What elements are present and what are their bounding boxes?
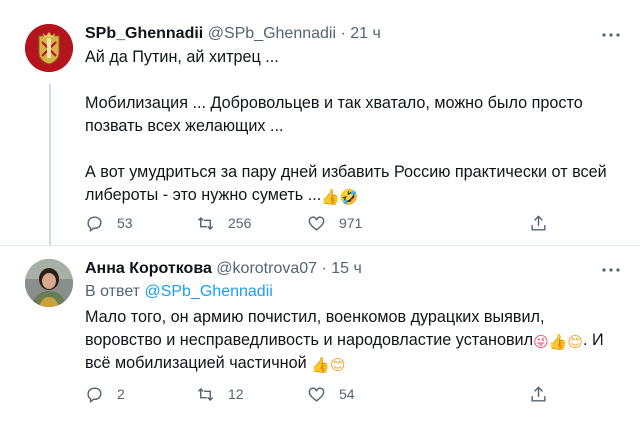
- tweet-line-text: . И: [583, 331, 604, 349]
- thumbs-up-emoji: 👍: [548, 333, 568, 351]
- reply-count: 2: [117, 386, 125, 402]
- tweet[interactable]: Анна Короткова @korotrova07 · 15 ч В отв…: [0, 246, 640, 424]
- retweet-count: 12: [228, 386, 244, 402]
- separator-dot: ·: [340, 25, 346, 42]
- avatar[interactable]: [25, 259, 73, 307]
- timestamp[interactable]: 15 ч: [331, 260, 362, 277]
- timestamp[interactable]: 21 ч: [350, 25, 381, 42]
- thumbs-up-emoji: 👍: [311, 356, 330, 374]
- retweet-icon: [197, 216, 214, 230]
- winking-tongue-emoji: 😜: [533, 333, 549, 351]
- retweet-button[interactable]: 12: [196, 382, 244, 406]
- share-button[interactable]: [529, 382, 548, 406]
- retweet-button[interactable]: 256: [196, 211, 251, 235]
- like-count: 971: [339, 215, 363, 231]
- rofl-emoji: 🤣: [339, 188, 359, 206]
- tweet-actions: 2 12 54: [85, 382, 548, 406]
- share-icon: [531, 214, 546, 231]
- thread-line: [49, 84, 51, 246]
- user-handle[interactable]: @korotrova07: [216, 260, 317, 277]
- reply-button[interactable]: 53: [85, 211, 133, 235]
- like-count: 54: [339, 386, 355, 402]
- share-icon: [531, 385, 546, 402]
- reply-icon: [87, 386, 102, 403]
- tweet-line: всё мобилизацией частичной 👍😊: [85, 352, 625, 375]
- tweet-line: Ай да Путин, ай хитрец ...: [85, 48, 279, 66]
- heart-icon: [308, 386, 325, 402]
- reply-context: В ответ @SPb_Ghennadii: [85, 282, 273, 302]
- tweet-line-text: либероты - это нужно суметь ...: [85, 186, 322, 204]
- reply-icon: [87, 215, 102, 232]
- more-options-icon[interactable]: [599, 258, 623, 282]
- smile-emoji: 😊: [329, 356, 346, 374]
- reply-count: 53: [117, 215, 133, 231]
- retweet-icon: [197, 387, 214, 401]
- smile-emoji: 😊: [567, 333, 584, 351]
- tweet-line: позвать всех желающих ...: [85, 117, 284, 135]
- tweet-line: воровство и несправедливость и народовла…: [85, 329, 625, 352]
- reply-handle-link[interactable]: @SPb_Ghennadii: [144, 283, 272, 300]
- tweet-line-text: всё мобилизацией частичной: [85, 354, 307, 372]
- tweet-header: Анна Короткова @korotrova07 · 15 ч: [85, 259, 362, 279]
- separator-dot: ·: [321, 260, 327, 277]
- share-button[interactable]: [529, 211, 548, 235]
- tweet-actions: 53 256 971: [85, 211, 548, 235]
- like-button[interactable]: 54: [307, 382, 355, 406]
- reply-prefix: В ответ: [85, 283, 141, 300]
- reply-button[interactable]: 2: [85, 382, 125, 406]
- tweet[interactable]: SPb_Ghennadii @SPb_Ghennadii · 21 ч Ай д…: [0, 0, 640, 246]
- retweet-count: 256: [228, 215, 252, 231]
- tweet-header: SPb_Ghennadii @SPb_Ghennadii · 21 ч: [85, 24, 381, 44]
- display-name[interactable]: SPb_Ghennadii: [85, 25, 203, 42]
- profile-photo-icon: [25, 259, 73, 307]
- tweet-text: Мало того, он армию почистил, военкомов …: [85, 306, 625, 375]
- heart-icon: [308, 215, 325, 231]
- tweet-text: Ай да Путин, ай хитрец ... Мобилизация .…: [85, 46, 625, 207]
- user-handle[interactable]: @SPb_Ghennadii: [208, 25, 336, 42]
- tweet-line: Мобилизация ... Добровольцев и так хвата…: [85, 94, 583, 112]
- more-options-icon[interactable]: [599, 23, 623, 47]
- tweet-line: А вот умудриться за пару дней избавить Р…: [85, 163, 607, 181]
- avatar[interactable]: [25, 24, 73, 72]
- tweet-line: либероты - это нужно суметь ...👍🤣: [85, 184, 625, 207]
- like-button[interactable]: 971: [307, 211, 362, 235]
- tweet-line: Мало того, он армию почистил, военкомов …: [85, 308, 545, 326]
- thumbs-up-emoji: 👍: [321, 188, 340, 206]
- display-name[interactable]: Анна Короткова: [85, 260, 212, 277]
- tweet-line-text: воровство и несправедливость и народовла…: [85, 331, 534, 349]
- coat-of-arms-icon: [25, 24, 73, 72]
